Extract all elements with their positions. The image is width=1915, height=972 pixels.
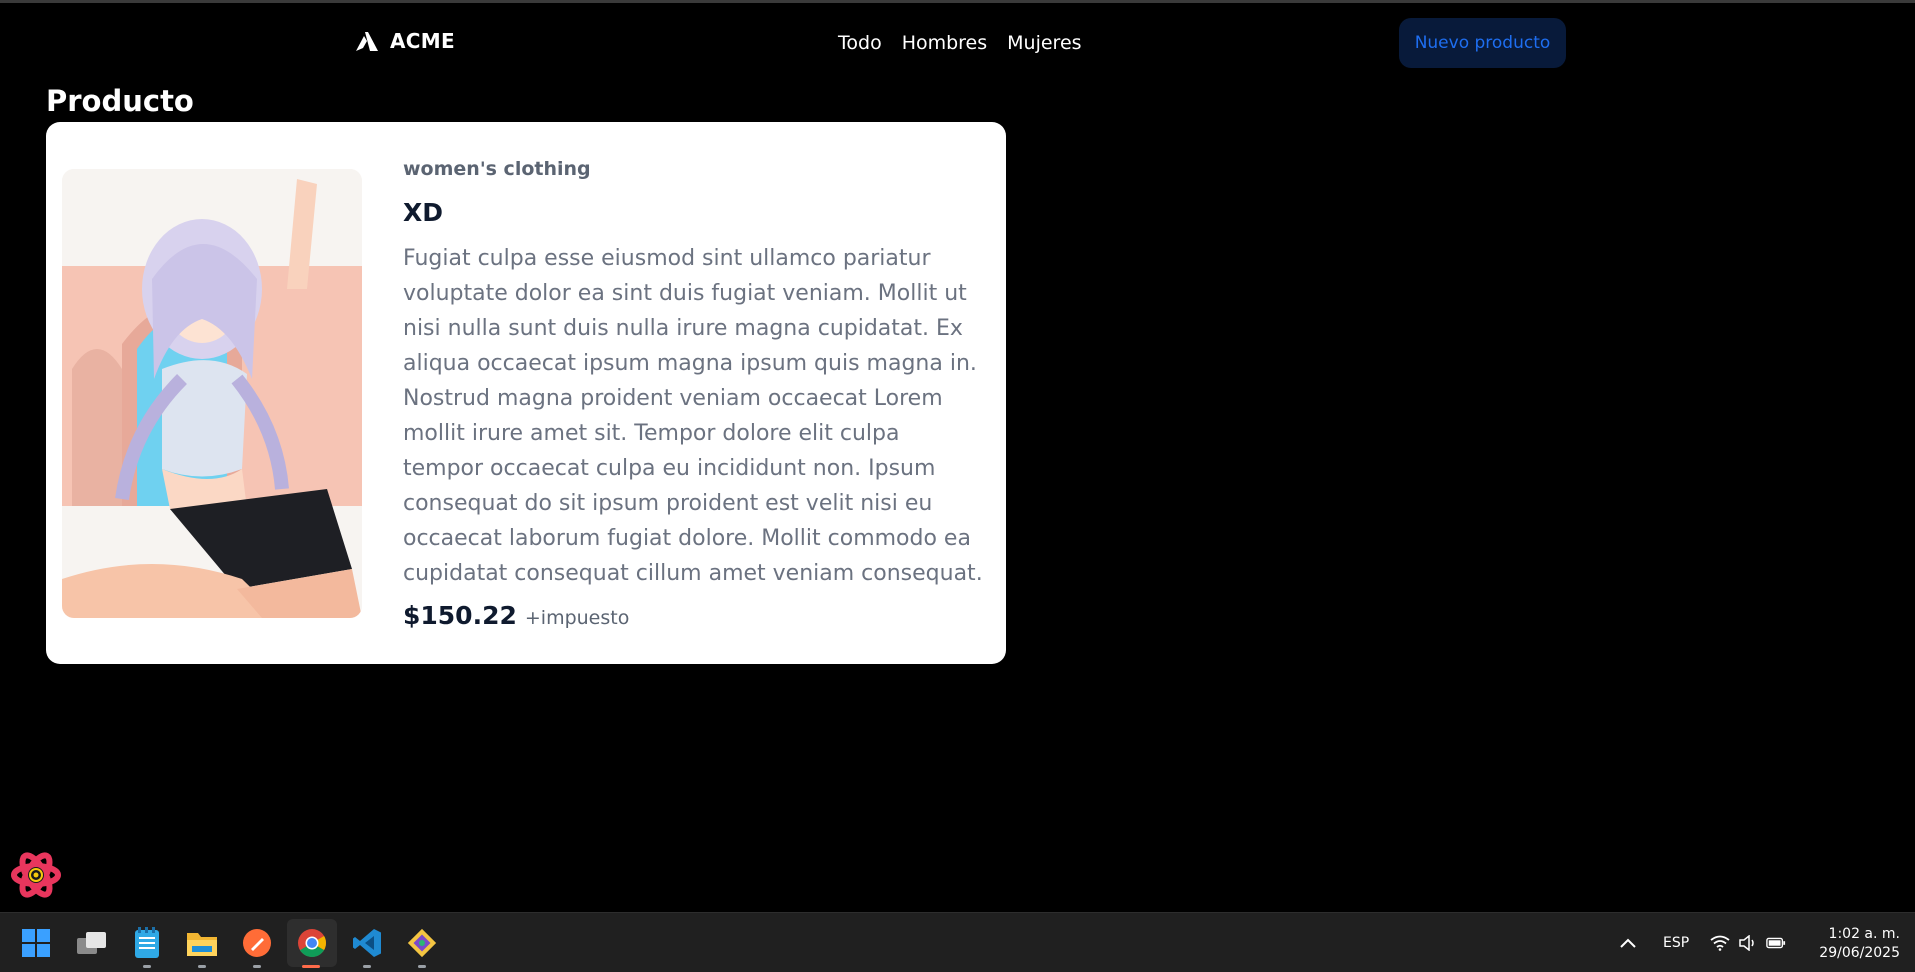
volume-icon — [1738, 933, 1758, 953]
postman-icon[interactable] — [240, 926, 274, 960]
price-row: $150.22 +impuesto — [403, 601, 983, 630]
product-price: $150.22 — [403, 601, 517, 630]
product-illustration-icon — [62, 169, 362, 618]
windows-start-icon[interactable] — [19, 926, 53, 960]
notepad-icon[interactable] — [130, 926, 164, 960]
nav-link-mujeres[interactable]: Mujeres — [1007, 32, 1081, 54]
chrome-icon[interactable] — [295, 926, 329, 960]
acme-logo-icon — [356, 32, 378, 51]
chevron-up-icon[interactable] — [1618, 935, 1638, 951]
product-description: Fugiat culpa esse eiusmod sint ullamco p… — [403, 246, 983, 586]
tray-icons[interactable] — [1710, 933, 1786, 953]
postman-running-indicator — [253, 965, 261, 968]
page-title: Producto — [46, 84, 194, 118]
product-category: women's clothing — [403, 158, 591, 180]
task-view-icon[interactable] — [75, 926, 109, 960]
nav-links: Todo Hombres Mujeres — [838, 32, 1082, 54]
vscode-running-indicator — [363, 965, 371, 968]
git-icon[interactable] — [405, 926, 439, 960]
react-devtools-icon[interactable] — [10, 850, 62, 900]
notepad-running-indicator — [143, 965, 151, 968]
product-name: XD — [403, 198, 444, 227]
brand-name: ACME — [390, 29, 455, 53]
chrome-active-indicator — [302, 965, 320, 968]
vscode-icon[interactable] — [350, 926, 384, 960]
new-product-button[interactable]: Nuevo producto — [1399, 18, 1566, 68]
git-running-indicator — [418, 965, 426, 968]
clock-time: 1:02 a. m. — [1828, 926, 1900, 942]
nav-link-hombres[interactable]: Hombres — [902, 32, 987, 54]
product-card: women's clothing XD Fugiat culpa esse ei… — [46, 122, 1006, 664]
file-explorer-icon[interactable] — [185, 926, 219, 960]
product-image — [62, 169, 362, 618]
tax-note: +impuesto — [524, 607, 630, 629]
taskbar-clock[interactable]: 1:02 a. m. 29/06/2025 — [1800, 925, 1900, 963]
brand[interactable]: ACME — [354, 29, 455, 53]
explorer-running-indicator — [198, 965, 206, 968]
wifi-icon — [1710, 933, 1730, 953]
product-info: women's clothing XD Fugiat culpa esse ei… — [403, 158, 983, 630]
clock-date: 29/06/2025 — [1819, 945, 1900, 961]
navbar: ACME Todo Hombres Mujeres Nuevo producto — [0, 3, 1915, 83]
nav-link-todo[interactable]: Todo — [838, 32, 882, 54]
battery-icon — [1766, 933, 1786, 953]
taskbar: ESP 1:02 a. m. 29/06/2025 — [0, 912, 1915, 972]
language-indicator[interactable]: ESP — [1663, 935, 1689, 951]
